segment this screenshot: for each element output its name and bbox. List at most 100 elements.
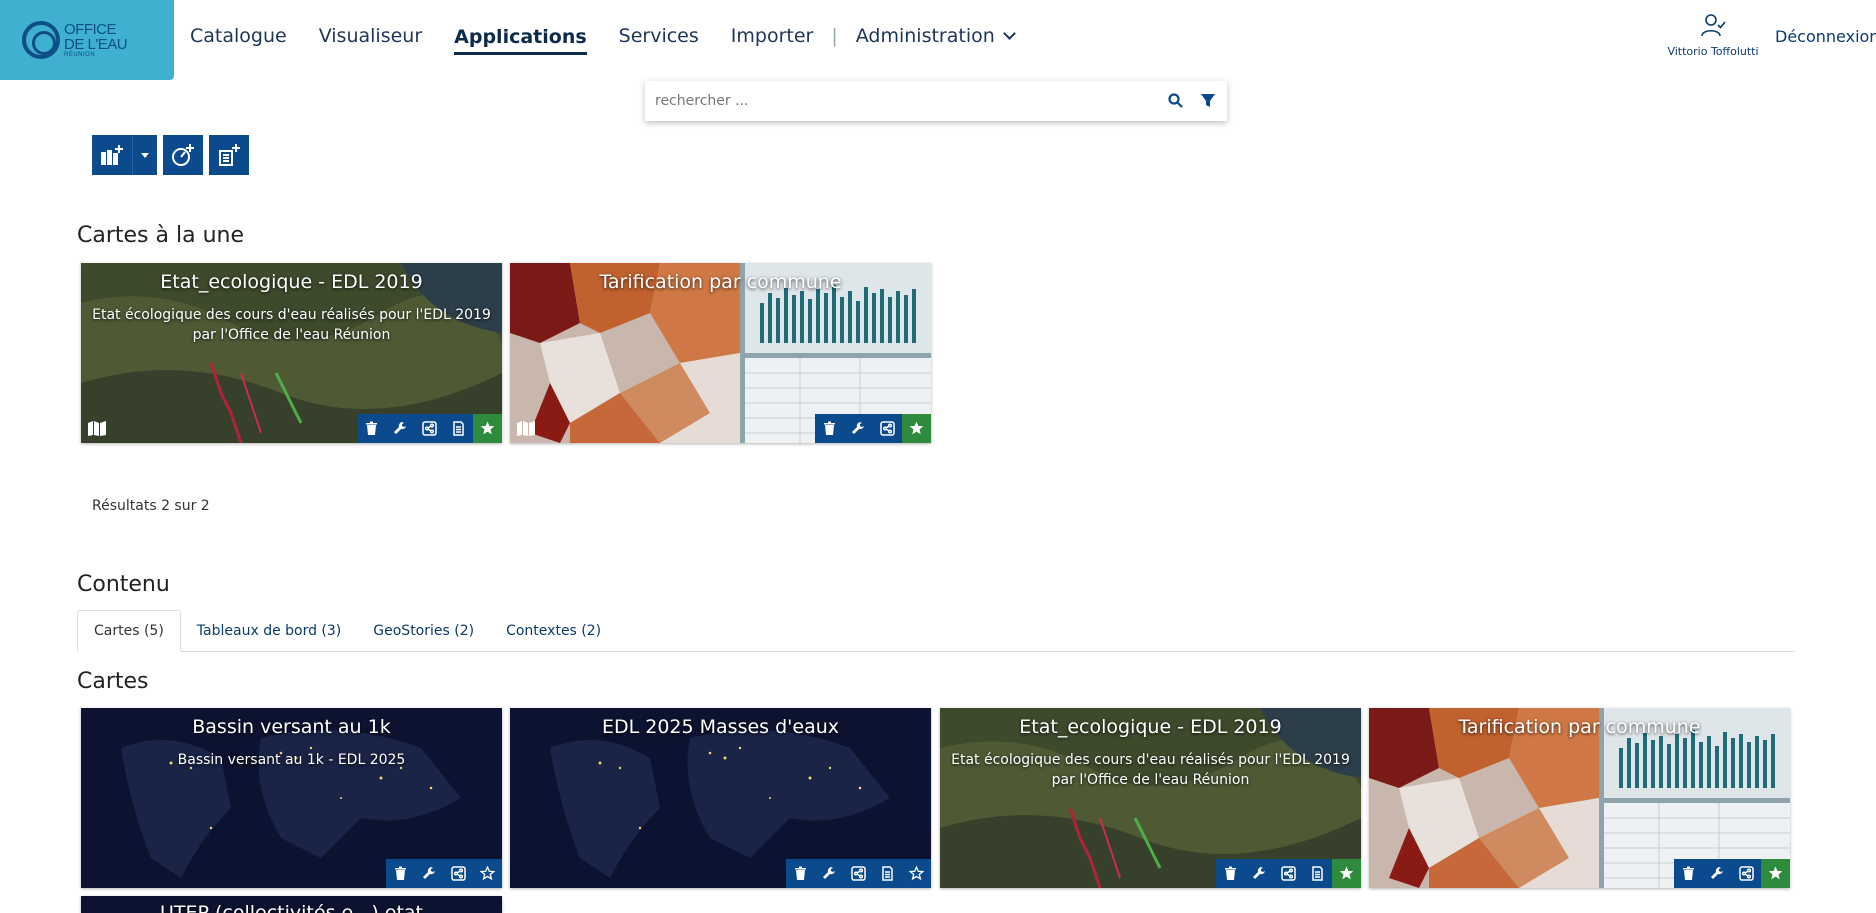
logo-mark-icon bbox=[22, 21, 60, 59]
nav-importer[interactable]: Importer bbox=[731, 17, 814, 55]
search-icon[interactable] bbox=[1167, 92, 1185, 110]
card-actions bbox=[815, 414, 931, 443]
nav-administration[interactable]: Administration bbox=[855, 17, 1016, 55]
logo-line-1: OFFICE bbox=[64, 21, 117, 38]
trash-icon bbox=[795, 866, 806, 880]
share-button[interactable] bbox=[444, 859, 473, 888]
edit-button[interactable] bbox=[815, 859, 844, 888]
share-icon bbox=[1739, 866, 1754, 881]
wrench-icon bbox=[394, 422, 406, 434]
nav-services[interactable]: Services bbox=[619, 17, 699, 55]
nav-administration-label: Administration bbox=[855, 25, 995, 47]
card-actions bbox=[1674, 859, 1790, 888]
star-filled-icon bbox=[1768, 866, 1783, 880]
share-icon bbox=[451, 866, 466, 881]
nav-catalogue[interactable]: Catalogue bbox=[190, 17, 287, 55]
share-button[interactable] bbox=[873, 414, 902, 443]
delete-button[interactable] bbox=[386, 859, 415, 888]
card-title: UTEP (collectivités e...) etat bbox=[159, 902, 423, 913]
favorite-button[interactable] bbox=[902, 859, 931, 888]
delete-button[interactable] bbox=[357, 414, 386, 443]
search-bar bbox=[645, 81, 1227, 121]
favorite-button[interactable] bbox=[473, 859, 502, 888]
delete-button[interactable] bbox=[815, 414, 844, 443]
search-input[interactable] bbox=[655, 93, 1153, 109]
delete-button[interactable] bbox=[786, 859, 815, 888]
map-type-icon bbox=[517, 421, 535, 436]
tab-cartes[interactable]: Cartes (5) bbox=[77, 610, 181, 652]
tab-geostories[interactable]: GeoStories (2) bbox=[357, 610, 490, 652]
share-icon bbox=[422, 421, 437, 436]
caret-down-icon bbox=[141, 152, 149, 158]
content-tabs: Cartes (5) Tableaux de bord (3) GeoStori… bbox=[77, 610, 1795, 652]
star-outline-icon bbox=[909, 866, 924, 881]
edit-button[interactable] bbox=[415, 859, 444, 888]
add-map-icon bbox=[101, 145, 123, 165]
share-button[interactable] bbox=[1274, 859, 1303, 888]
card-actions bbox=[357, 414, 502, 443]
add-geostory-icon bbox=[219, 144, 240, 166]
featured-card-etat-ecologique[interactable]: Etat_ecologique - EDL 2019 Etat écologiq… bbox=[81, 263, 502, 443]
details-button[interactable] bbox=[873, 859, 902, 888]
card-description: Etat écologique des cours d'eau réalisés… bbox=[92, 307, 491, 343]
star-filled-icon bbox=[480, 421, 495, 435]
details-button[interactable] bbox=[1303, 859, 1332, 888]
wrench-icon bbox=[852, 422, 864, 434]
new-geostory-button[interactable] bbox=[209, 135, 249, 175]
favorite-button[interactable] bbox=[473, 414, 502, 443]
logo[interactable]: OFFICE DE L'EAU RÉUNION bbox=[0, 0, 174, 80]
trash-icon bbox=[366, 421, 377, 435]
map-card-utep[interactable]: UTEP (collectivités e...) etat bbox=[81, 896, 502, 913]
card-title: Tarification par commune bbox=[599, 271, 842, 293]
user-name: Vittorio Toffolutti bbox=[1667, 45, 1759, 58]
add-dashboard-icon bbox=[172, 144, 194, 166]
share-icon bbox=[880, 421, 895, 436]
edit-button[interactable] bbox=[386, 414, 415, 443]
new-map-button[interactable] bbox=[92, 135, 132, 175]
share-button[interactable] bbox=[844, 859, 873, 888]
favorite-button[interactable] bbox=[902, 414, 931, 443]
details-button[interactable] bbox=[444, 414, 473, 443]
user-menu[interactable]: Vittorio Toffolutti bbox=[1658, 12, 1768, 58]
logout-link[interactable]: Déconnexion bbox=[1775, 27, 1876, 46]
favorite-button[interactable] bbox=[1332, 859, 1361, 888]
new-map-dropdown-button[interactable] bbox=[132, 135, 157, 175]
main-nav: Catalogue Visualiseur Applications Servi… bbox=[190, 0, 1046, 72]
map-card-edl-2025[interactable]: EDL 2025 Masses d'eaux bbox=[510, 708, 931, 888]
map-card-etat-ecologique[interactable]: Etat_ecologique - EDL 2019 Etat écologiq… bbox=[940, 708, 1361, 888]
cartes-heading: Cartes bbox=[77, 669, 149, 694]
share-button[interactable] bbox=[1732, 859, 1761, 888]
delete-button[interactable] bbox=[1674, 859, 1703, 888]
trash-icon bbox=[824, 421, 835, 435]
nav-applications[interactable]: Applications bbox=[454, 18, 587, 55]
card-description: Etat écologique des cours d'eau réalisés… bbox=[951, 752, 1350, 788]
edit-button[interactable] bbox=[1245, 859, 1274, 888]
nav-separator: | bbox=[831, 25, 838, 47]
trash-icon bbox=[395, 866, 406, 880]
content-heading: Contenu bbox=[77, 572, 170, 597]
document-icon bbox=[1312, 866, 1323, 881]
trash-icon bbox=[1683, 866, 1694, 880]
star-filled-icon bbox=[909, 421, 924, 435]
edit-button[interactable] bbox=[844, 414, 873, 443]
card-actions bbox=[386, 859, 502, 888]
trash-icon bbox=[1225, 866, 1236, 880]
wrench-icon bbox=[1253, 867, 1265, 879]
map-card-tarification[interactable]: Tarification par commune bbox=[1369, 708, 1790, 888]
new-dashboard-button[interactable] bbox=[163, 135, 203, 175]
featured-card-tarification[interactable]: Tarification par commune bbox=[510, 263, 931, 443]
card-title: Etat_ecologique - EDL 2019 bbox=[1019, 716, 1282, 738]
card-title: Etat_ecologique - EDL 2019 bbox=[160, 271, 423, 293]
logo-line-2: DE L'EAU bbox=[64, 36, 128, 53]
filter-icon[interactable] bbox=[1199, 92, 1217, 110]
nav-visualiseur[interactable]: Visualiseur bbox=[319, 17, 422, 55]
map-card-bassin-versant[interactable]: Bassin versant au 1k Bassin versant au 1… bbox=[81, 708, 502, 888]
featured-heading: Cartes à la une bbox=[77, 223, 244, 248]
tab-tableaux-de-bord[interactable]: Tableaux de bord (3) bbox=[181, 610, 357, 652]
wrench-icon bbox=[823, 867, 835, 879]
edit-button[interactable] bbox=[1703, 859, 1732, 888]
delete-button[interactable] bbox=[1216, 859, 1245, 888]
favorite-button[interactable] bbox=[1761, 859, 1790, 888]
tab-contextes[interactable]: Contextes (2) bbox=[490, 610, 617, 652]
share-button[interactable] bbox=[415, 414, 444, 443]
